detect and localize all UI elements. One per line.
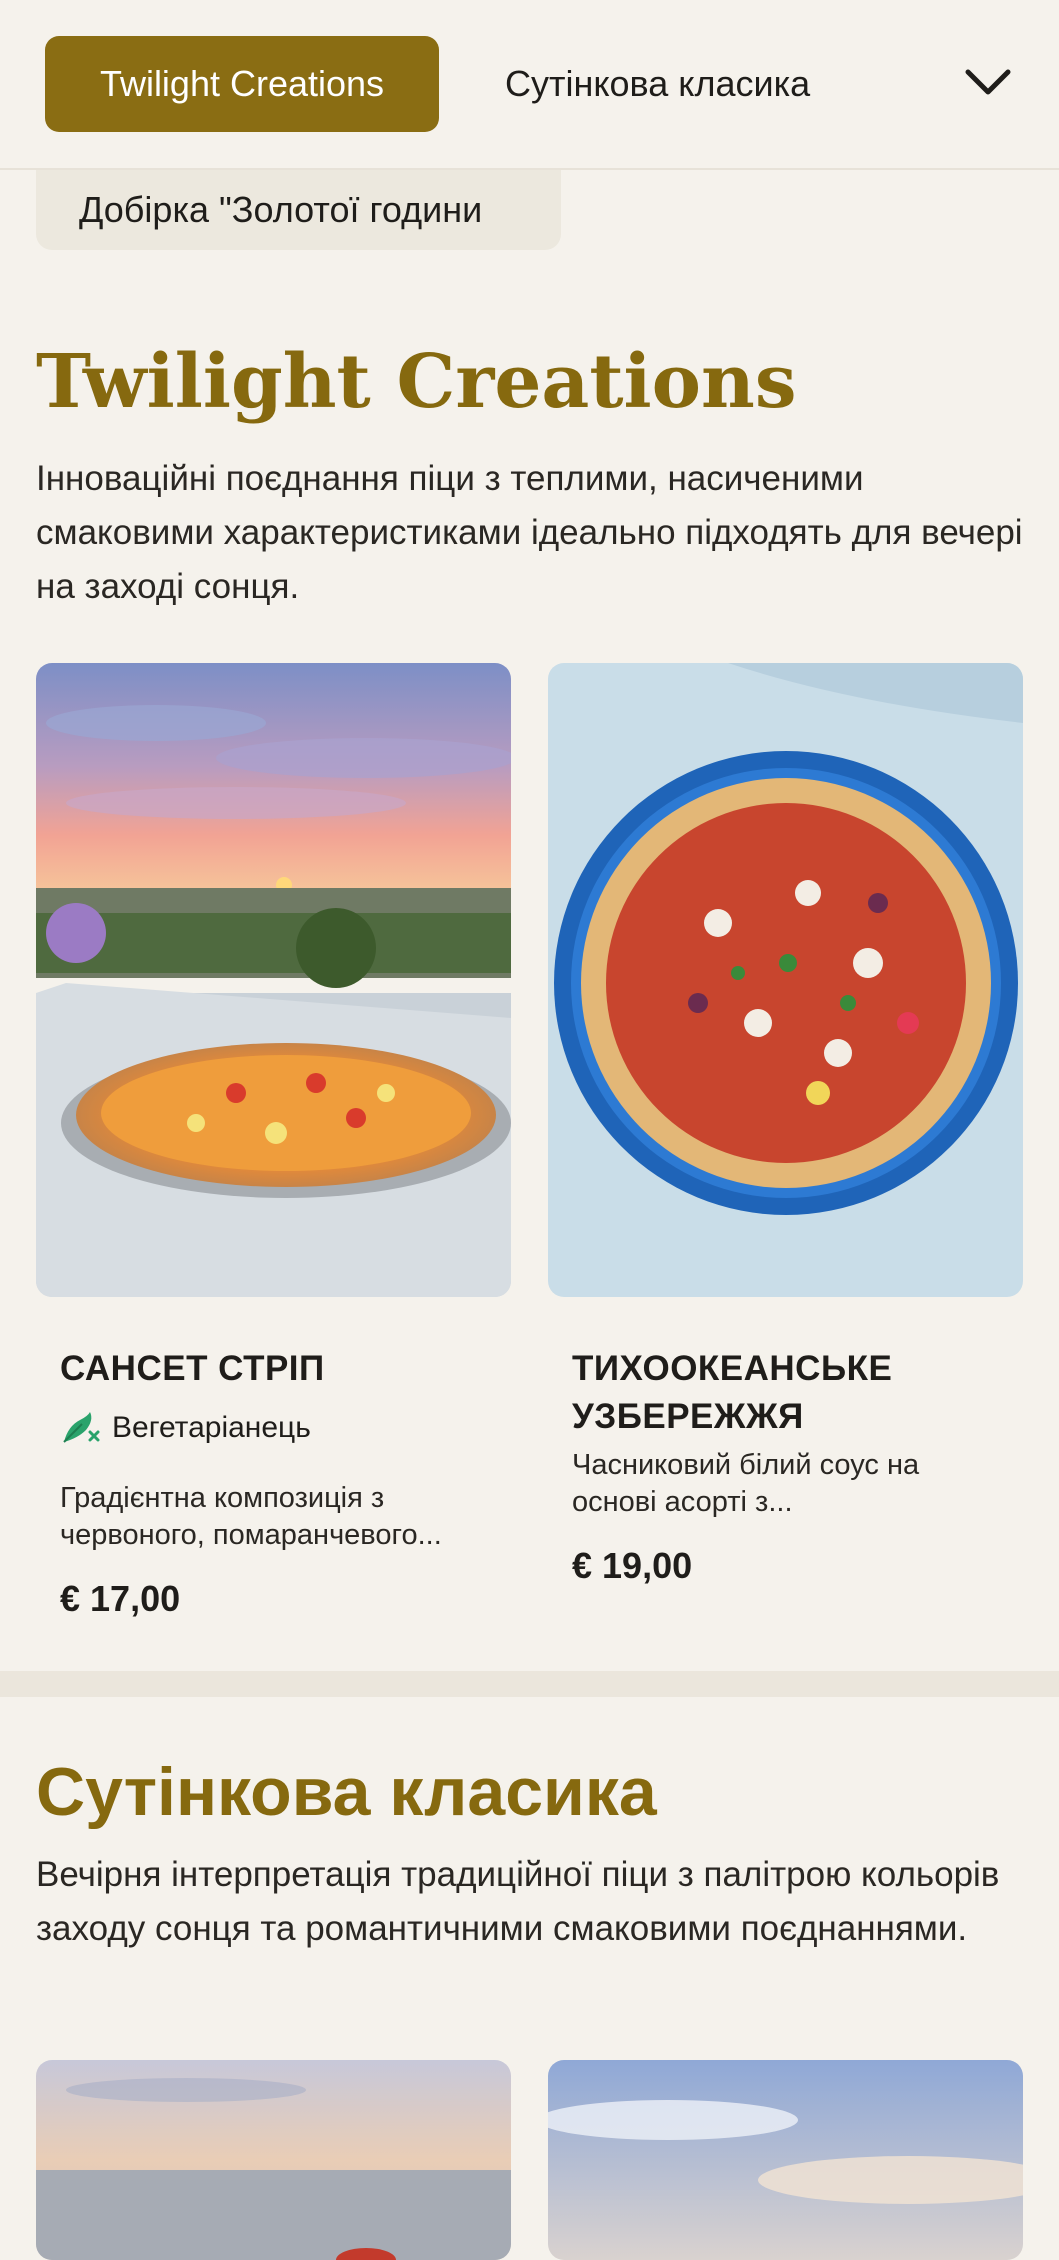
section-title: Twilight Creations: [36, 339, 797, 425]
pizza-image[interactable]: [36, 2060, 511, 2260]
pacific-pizza-photo: [548, 663, 1023, 1297]
category-nav: Twilight Creations Сутінкова класика: [0, 0, 1059, 170]
pizza-description: Градієнтна композиція з червоного, помар…: [60, 1482, 442, 1551]
vegetarian-icon: [63, 1412, 100, 1443]
vegetarian-badge: Вегетаріанець: [60, 1408, 311, 1448]
sky-photo: [548, 2060, 1023, 2260]
pizza-name[interactable]: САНСЕТ СТРІП: [60, 1345, 500, 1393]
section-description: Інноваційні поєднання піци з теплими, на…: [36, 459, 1023, 606]
pizza-image-sunset-strip[interactable]: [36, 663, 511, 1297]
sea-sunset-photo: [36, 2060, 511, 2260]
tag-label: Вегетаріанець: [112, 1411, 311, 1444]
tab-golden-hour[interactable]: Добірка "Золотої години: [36, 170, 561, 250]
tab-twilight-creations[interactable]: Twilight Creations: [45, 36, 439, 132]
pizza-name[interactable]: ТИХООКЕАНСЬКЕ УЗБЕРЕЖЖЯ: [572, 1345, 1012, 1441]
section-divider: [0, 1671, 1059, 1697]
pizza-description: Часниковий білий соус на основі асорті з…: [572, 1449, 920, 1518]
chevron-down-icon[interactable]: [962, 62, 1014, 102]
pizza-image-pacific-coast[interactable]: [548, 663, 1023, 1297]
section-title: Сутінкова класика: [36, 1754, 657, 1830]
tab-twilight-classics[interactable]: Сутінкова класика: [505, 36, 810, 132]
pizza-price: € 17,00: [60, 1578, 181, 1619]
pizza-image[interactable]: [548, 2060, 1023, 2260]
sunset-pizza-photo: [36, 663, 511, 1297]
pizza-price: € 19,00: [572, 1545, 693, 1586]
section-description: Вечірня інтерпретація традиційної піци з…: [36, 1855, 1000, 1948]
